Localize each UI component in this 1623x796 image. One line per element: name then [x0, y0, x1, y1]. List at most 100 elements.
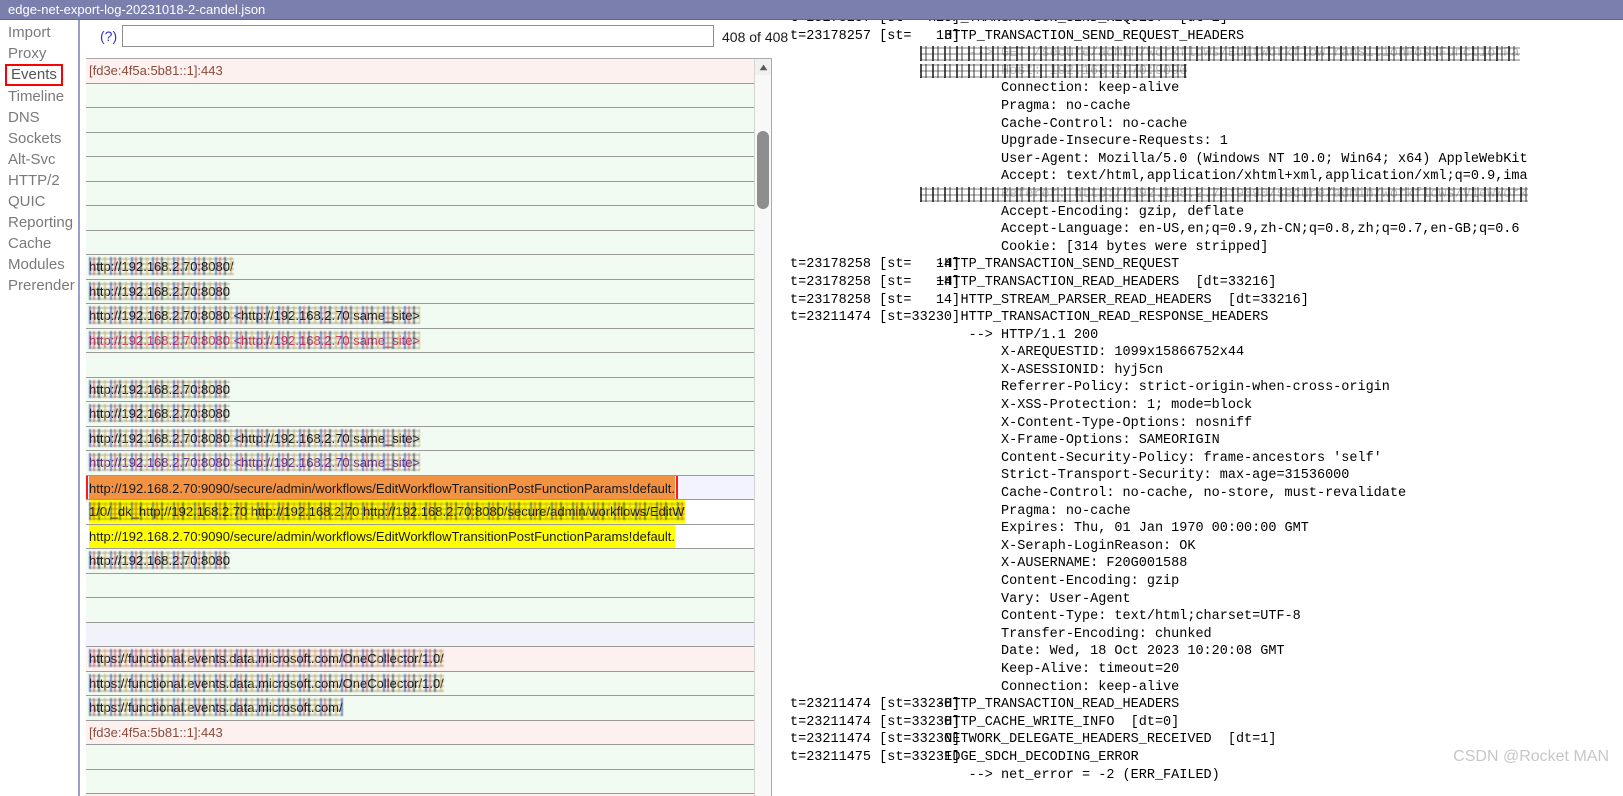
event-row-label: http://192.168.2.70:8080 — [89, 402, 230, 425]
log-line: X-Seraph-LoginReason: OK — [790, 538, 1623, 556]
event-list-row[interactable]: http://192.168.2.70:8080 — [86, 279, 754, 304]
log-line: Pragma: no-cache — [790, 98, 1623, 116]
sidebar-item-dns[interactable]: DNS — [0, 107, 78, 128]
event-row-label: [fd3e:4f5a:5b81::1]:443 — [89, 63, 223, 78]
log-body: X-AUSERNAME: F20G001588 — [920, 556, 1188, 572]
log-line: Content-Encoding: gzip — [790, 573, 1623, 591]
event-list-row[interactable]: https://functional.events.data.microsoft… — [86, 696, 754, 721]
event-list[interactable]: [fd3e:4f5a:5b81::1]:443http://192.168.2.… — [86, 59, 754, 796]
sidebar-item-alt-svc[interactable]: Alt-Svc — [0, 149, 78, 170]
event-list-row[interactable]: http://192.168.2.70:9090/secure/admin/wo… — [86, 524, 754, 549]
log-line: Cookie: [314 bytes were stripped] — [790, 239, 1623, 257]
log-body: Cache-Control: no-cache, no-store, must-… — [920, 486, 1407, 502]
log-body: HTTP_STREAM_PARSER_READ_HEADERS [dt=3321… — [920, 292, 1309, 308]
log-body: +HTTP_TRANSACTION_READ_HEADERS [dt=33216… — [920, 274, 1277, 290]
log-timestamp: t=23178258 [st= 14] — [790, 292, 961, 308]
sidebar-item-events[interactable]: Events — [5, 64, 63, 86]
sidebar-item-reporting[interactable]: Reporting — [0, 212, 78, 233]
event-list-row[interactable] — [86, 181, 754, 206]
log-body: +HTTP_TRANSACTION_SEND_REQUEST [dt=1] — [920, 20, 1228, 28]
event-list-row[interactable]: http://192.168.2.70:8080 — [86, 402, 754, 427]
event-row-label: http://192.168.2.70:8080 — [89, 280, 230, 303]
log-line: Expires: Thu, 01 Jan 1970 00:00:00 GMT — [790, 520, 1623, 538]
help-link[interactable]: (?) — [100, 28, 117, 44]
log-line: t=23178258 [st= 14] HTTP_STREAM_PARSER_R… — [790, 292, 1623, 310]
log-line: Content-Type: text/html;charset=UTF-8 — [790, 608, 1623, 626]
log-body: Strict-Transport-Security: max-age=31536… — [920, 468, 1350, 484]
sidebar-item-sockets[interactable]: Sockets — [0, 128, 78, 149]
event-list-row[interactable]: http://192.168.2.70:8080 <http://192.168… — [86, 451, 754, 476]
event-list-row[interactable] — [86, 573, 754, 598]
sidebar-item-import[interactable]: Import — [0, 22, 78, 43]
event-list-row[interactable] — [86, 132, 754, 157]
event-list-row[interactable]: http://192.168.2.70:8080 — [86, 377, 754, 402]
event-detail-log: t=23178257 [st= 13]+HTTP_TRANSACTION_SEN… — [790, 20, 1623, 784]
event-list-row[interactable] — [86, 353, 754, 378]
match-count-label: 408 of 408 — [722, 29, 789, 45]
event-list-row[interactable]: [fd3e:4f5a:5b81::1]:443 — [86, 59, 754, 84]
search-input[interactable] — [122, 25, 714, 47]
log-body: -HTTP_TRANSACTION_SEND_REQUEST — [920, 257, 1180, 273]
log-line: Content-Security-Policy: frame-ancestors… — [790, 450, 1623, 468]
event-list-row[interactable] — [86, 622, 754, 647]
sidebar-item-modules[interactable]: Modules — [0, 254, 78, 275]
log-line: X-AREQUESTID: 1099x15866752x44 — [790, 344, 1623, 362]
log-timestamp: t=23211474 [st=33230] — [790, 697, 961, 713]
log-timestamp: t=23211474 [st=33230] — [790, 310, 961, 326]
log-body: Content-Encoding: gzip — [920, 574, 1180, 589]
log-body: X-Content-Type-Options: nosniff — [920, 415, 1253, 431]
sidebar-item-prerender[interactable]: Prerender — [0, 275, 78, 296]
log-line: Strict-Transport-Security: max-age=31536… — [790, 467, 1623, 485]
log-line: X-XSS-Protection: 1; mode=block — [790, 397, 1623, 415]
event-row-label: http://192.168.2.70:8080 <http://192.168… — [89, 427, 420, 450]
event-list-row[interactable] — [86, 230, 754, 255]
log-line: Pragma: no-cache — [790, 503, 1623, 521]
event-list-row[interactable]: 1/0/_dk_http://192.168.2.70 http://192.1… — [86, 500, 754, 525]
event-detail-pane[interactable]: t=23178257 [st= 13]+HTTP_TRANSACTION_SEN… — [790, 20, 1623, 796]
log-line: Connection: keep-alive — [790, 679, 1623, 697]
log-line: X-Content-Type-Options: nosniff — [790, 415, 1623, 433]
log-line: Accept-Encoding: gzip, deflate — [790, 204, 1623, 222]
log-timestamp: t=23178258 [st= 14] — [790, 257, 961, 273]
event-row-label: http://192.168.2.70:8080 <http://192.168… — [89, 329, 420, 352]
log-body: Cache-Control: no-cache — [920, 116, 1188, 132]
event-list-row[interactable] — [86, 769, 754, 794]
event-list-row[interactable]: https://functional.events.data.microsoft… — [86, 671, 754, 696]
log-line: t=23211474 [st=33230] -HTTP_TRANSACTION_… — [790, 696, 1623, 714]
sidebar-item-timeline[interactable]: Timeline — [0, 86, 78, 107]
log-body: -HTTP_TRANSACTION_READ_HEADERS — [920, 697, 1180, 713]
event-list-row[interactable]: [fd3e:4f5a:5b81::1]:443 — [86, 720, 754, 745]
sidebar-item-http-2[interactable]: HTTP/2 — [0, 170, 78, 191]
event-list-row[interactable] — [86, 598, 754, 623]
event-list-row[interactable]: http://192.168.2.70:8080 <http://192.168… — [86, 328, 754, 353]
sidebar-item-quic[interactable]: QUIC — [0, 191, 78, 212]
event-list-row[interactable] — [86, 83, 754, 108]
event-list-row[interactable]: http://192.168.2.70:9090/secure/admin/wo… — [86, 475, 754, 500]
log-line: Connection: keep-alive — [790, 80, 1623, 98]
log-line: t=23178257 [st= 13] HTTP_TRANSACTION_SEN… — [790, 28, 1623, 46]
event-row-label: http://192.168.2.70:8080 — [89, 378, 230, 401]
event-list-row[interactable]: http://192.168.2.70:8080 — [86, 549, 754, 574]
event-row-label: http://192.168.2.70:8080 <http://192.168… — [89, 451, 420, 474]
window-title: edge-net-export-log-20231018-2-candel.js… — [8, 2, 266, 17]
event-list-row[interactable] — [86, 206, 754, 231]
event-list-row[interactable]: https://functional.events.data.microsoft… — [86, 647, 754, 672]
event-list-scrollbar[interactable] — [754, 59, 771, 796]
log-line: t=23211474 [st=33230] HTTP_CACHE_WRITE_I… — [790, 714, 1623, 732]
event-list-row[interactable]: http://192.168.2.70:8080 <http://192.168… — [86, 426, 754, 451]
log-body: User-Agent: Mozilla/5.0 (Windows NT 10.0… — [920, 151, 1528, 167]
log-body: Transfer-Encoding: chunked — [920, 626, 1212, 642]
event-list-row[interactable]: http://192.168.2.70:8080 <http://192.168… — [86, 304, 754, 329]
netlog-viewer-window: edge-net-export-log-20231018-2-candel.js… — [0, 0, 1623, 796]
event-list-row[interactable]: http://192.168.2.70:8080/ — [86, 255, 754, 280]
event-list-row[interactable] — [86, 157, 754, 182]
log-body: Expires: Thu, 01 Jan 1970 00:00:00 GMT — [920, 521, 1309, 537]
log-line: t=23211474 [st=33230] HTTP_TRANSACTION_R… — [790, 309, 1623, 327]
scroll-up-arrow-icon[interactable] — [755, 59, 771, 75]
sidebar-item-proxy[interactable]: Proxy — [0, 43, 78, 64]
event-list-row[interactable] — [86, 745, 754, 770]
event-list-row[interactable] — [86, 108, 754, 133]
scrollbar-thumb[interactable] — [757, 131, 769, 209]
sidebar-item-cache[interactable]: Cache — [0, 233, 78, 254]
log-body: Content-Security-Policy: frame-ancestors… — [920, 450, 1382, 466]
